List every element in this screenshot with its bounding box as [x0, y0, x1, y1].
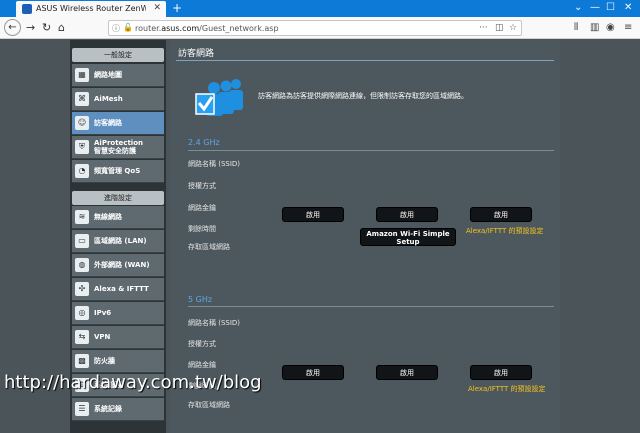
- ipv6-icon: ◎: [75, 306, 89, 320]
- back-button[interactable]: ←: [4, 19, 21, 36]
- browser-tab-bar: ASUS Wireless Router ZenWi... ✕ + ⌄ — ☐ …: [0, 0, 640, 17]
- tab-title: ASUS Wireless Router ZenWi...: [36, 4, 146, 13]
- sidebar-item-qos[interactable]: ◔ 頻寬管理 QoS: [72, 160, 164, 183]
- forward-button[interactable]: →: [26, 21, 35, 34]
- advanced-settings-header: 進階設定: [72, 191, 164, 205]
- ssid-label: 網路名稱 (SSID): [188, 160, 241, 168]
- sidebar-item-wireless[interactable]: ≋ 無線網路: [72, 206, 164, 229]
- band-5ghz-label: 5 GHz: [188, 295, 213, 304]
- band-5ghz-divider: [188, 306, 554, 307]
- firewall-icon: ▩: [75, 354, 89, 368]
- guest-network-illustration-icon: [195, 79, 243, 116]
- general-settings-header: 一般設定: [72, 48, 164, 62]
- close-window-icon[interactable]: ✕: [624, 2, 632, 13]
- sidebar-toggle-icon[interactable]: ▥: [590, 22, 599, 33]
- title-divider: [176, 60, 554, 61]
- alexa-ifttt-default-24ghz-link[interactable]: Alexa/IFTTT 的預設設定: [466, 226, 543, 236]
- lan-access-label: 存取區域網路: [188, 401, 230, 409]
- library-icon[interactable]: ⫴: [574, 22, 578, 33]
- lan-access-label: 存取區域網路: [188, 243, 230, 251]
- mesh-icon: ⌘: [75, 92, 89, 106]
- sidebar-item-guest-network[interactable]: ☺ 訪客網路: [72, 112, 164, 135]
- sidebar-item-vpn[interactable]: ⇆ VPN: [72, 326, 164, 349]
- time-remaining-label: 剩餘時間: [188, 225, 216, 233]
- url-text: router.asus.com/Guest_network.asp: [135, 24, 279, 33]
- ssid-label: 網路名稱 (SSID): [188, 319, 241, 327]
- band-24ghz-label: 2.4 GHz: [188, 138, 220, 147]
- enable-5ghz-guest3-button[interactable]: 啟用: [470, 365, 532, 380]
- network-key-label: 網路金鑰: [188, 204, 216, 212]
- page-right-margin: [560, 40, 640, 433]
- browser-nav-bar: ← → ↻ ⌂ ⓘ 🔓 router.asus.com/Guest_networ…: [0, 17, 640, 39]
- guest-icon: ☺: [75, 116, 89, 130]
- page-actions-icon[interactable]: ···: [479, 23, 488, 33]
- insecure-lock-icon[interactable]: 🔓: [123, 23, 133, 32]
- enable-24ghz-guest2-button[interactable]: 啟用: [376, 207, 438, 222]
- info-icon[interactable]: ⓘ: [112, 23, 120, 34]
- new-tab-button[interactable]: +: [172, 1, 182, 15]
- sidebar-item-lan[interactable]: ▭ 區域網路 (LAN): [72, 230, 164, 253]
- network-key-label: 網路金鑰: [188, 361, 216, 369]
- sidebar-item-wan[interactable]: ◍ 外部網路 (WAN): [72, 254, 164, 277]
- home-button[interactable]: ⌂: [58, 21, 65, 34]
- auth-method-label: 授權方式: [188, 182, 216, 190]
- wan-icon: ◍: [75, 258, 89, 272]
- bookmark-star-icon[interactable]: ☆: [509, 23, 517, 33]
- alexa-ifttt-default-5ghz-link[interactable]: Alexa/IFTTT 的預設設定: [468, 384, 545, 394]
- sidebar-item-network-map[interactable]: ▦ 網路地圖: [72, 64, 164, 87]
- account-icon[interactable]: ◉: [606, 22, 615, 33]
- list-tabs-icon[interactable]: ⌄: [574, 2, 582, 13]
- sidebar-item-firewall[interactable]: ▩ 防火牆: [72, 350, 164, 373]
- lan-icon: ▭: [75, 234, 89, 248]
- blog-watermark: http://hardaway.com.tw/blog: [4, 372, 262, 393]
- close-tab-icon[interactable]: ✕: [153, 3, 161, 13]
- sidebar-item-alexa-ifttt[interactable]: ✣ Alexa & IFTTT: [72, 278, 164, 301]
- url-bar[interactable]: ⓘ 🔓 router.asus.com/Guest_network.asp ··…: [108, 20, 522, 36]
- shield-icon: ⛨: [75, 140, 89, 154]
- browser-tab[interactable]: ASUS Wireless Router ZenWi... ✕: [16, 1, 166, 17]
- vpn-icon: ⇆: [75, 330, 89, 344]
- reload-button[interactable]: ↻: [42, 21, 51, 34]
- qos-icon: ◔: [75, 164, 89, 178]
- enable-5ghz-guest1-button[interactable]: 啟用: [282, 365, 344, 380]
- sidebar-item-ipv6[interactable]: ◎ IPv6: [72, 302, 164, 325]
- sidebar-item-system-log[interactable]: ☰ 系統記錄: [72, 398, 164, 421]
- wifi-icon: ≋: [75, 210, 89, 224]
- amazon-wifi-simple-setup-button[interactable]: Amazon Wi-Fi Simple Setup: [360, 228, 456, 246]
- menu-icon[interactable]: ≡: [624, 22, 632, 33]
- minimize-icon[interactable]: —: [590, 2, 600, 13]
- guest-network-description: 訪客網路為訪客提供網際網路連線，但限制訪客存取您的區域網路。: [258, 92, 468, 100]
- maximize-icon[interactable]: ☐: [606, 2, 615, 13]
- pocket-icon[interactable]: ◫: [495, 23, 504, 33]
- band-24ghz-divider: [188, 150, 554, 151]
- auth-method-label: 授權方式: [188, 340, 216, 348]
- asus-favicon-icon: [22, 4, 32, 14]
- log-icon: ☰: [75, 402, 89, 416]
- page-title: 訪客網路: [178, 49, 215, 59]
- enable-24ghz-guest1-button[interactable]: 啟用: [282, 207, 344, 222]
- sidebar-item-aiprotection[interactable]: ⛨ AiProtection 智慧安全防護: [72, 136, 164, 159]
- enable-5ghz-guest2-button[interactable]: 啟用: [376, 365, 438, 380]
- enable-24ghz-guest3-button[interactable]: 啟用: [470, 207, 532, 222]
- sidebar-item-aimesh[interactable]: ⌘ AiMesh: [72, 88, 164, 111]
- alexa-icon: ✣: [75, 282, 89, 296]
- map-icon: ▦: [75, 68, 89, 82]
